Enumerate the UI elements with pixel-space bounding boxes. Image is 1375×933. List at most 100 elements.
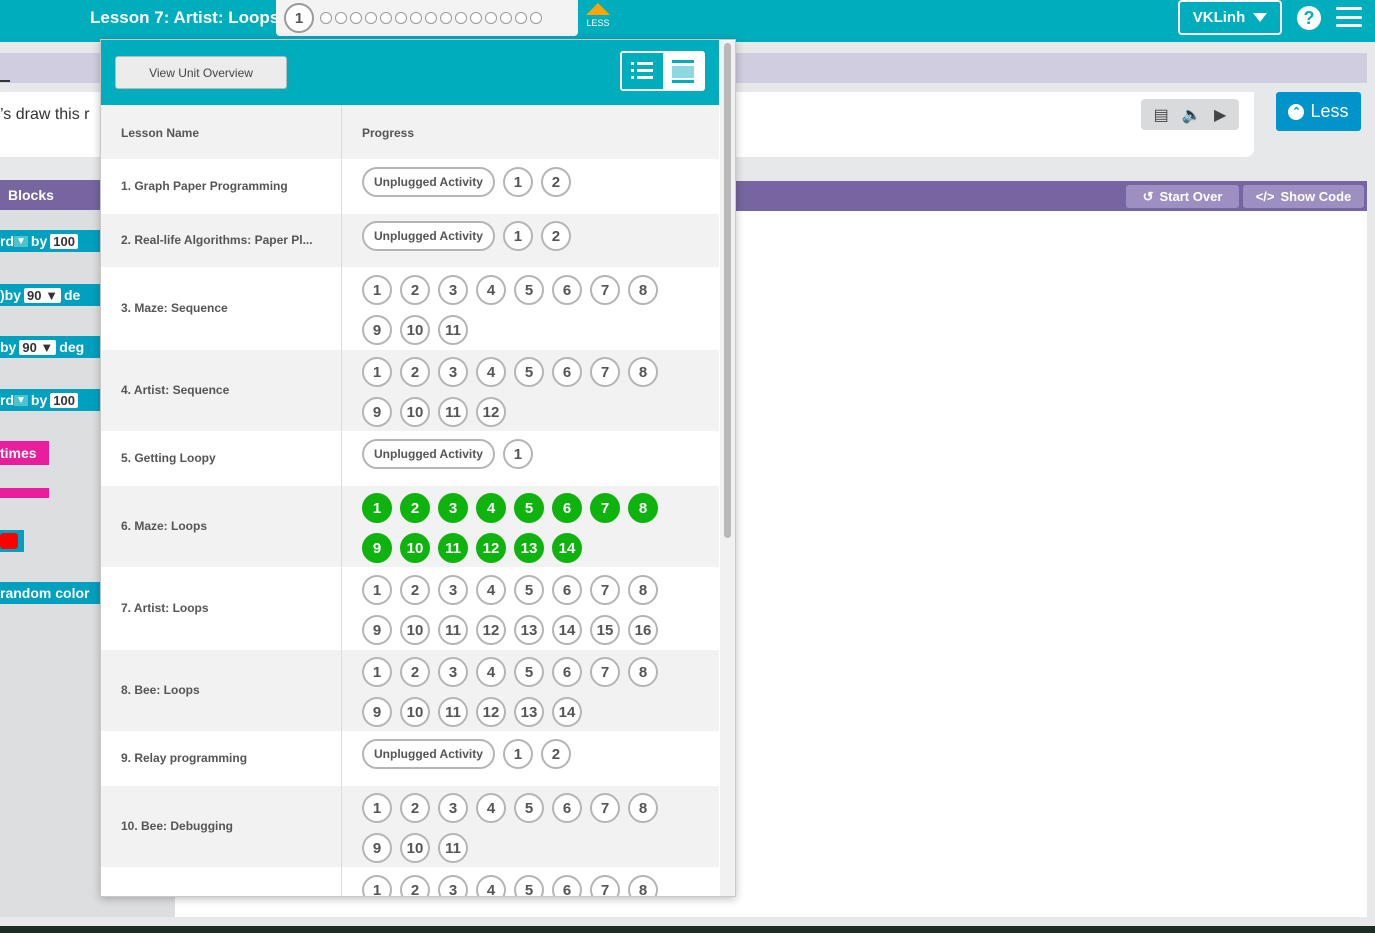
level-bubble[interactable]: 3: [438, 657, 468, 687]
level-bubble[interactable]: 1: [502, 739, 533, 769]
level-dot[interactable]: [455, 12, 467, 24]
block-value-field[interactable]: 90 ▼: [19, 339, 57, 355]
level-bubble[interactable]: 1: [362, 575, 392, 605]
level-bubble[interactable]: 3: [438, 275, 468, 305]
level-bubble[interactable]: 2: [400, 657, 430, 687]
less-toggle[interactable]: LESS: [583, 2, 613, 38]
level-dot[interactable]: [530, 12, 542, 24]
level-bubble[interactable]: 4: [476, 575, 506, 605]
level-dot[interactable]: [380, 12, 392, 24]
unplugged-activity-bubble[interactable]: Unplugged Activity: [362, 167, 495, 197]
level-bubble[interactable]: 9: [362, 615, 392, 645]
lesson-name[interactable]: 8. Bee: Loops: [121, 683, 200, 697]
code-block[interactable]: ) by 90 ▼ de: [0, 284, 100, 306]
level-bubble[interactable]: 11: [438, 397, 468, 427]
level-bubble[interactable]: 5: [514, 793, 544, 823]
current-level-bubble[interactable]: 1: [284, 3, 314, 33]
level-bubble[interactable]: 13: [514, 615, 544, 645]
lesson-title[interactable]: Lesson 7: Artist: Loops: [90, 8, 279, 28]
code-block[interactable]: times: [0, 441, 49, 465]
level-bubble[interactable]: 3: [438, 793, 468, 823]
level-dot[interactable]: [350, 12, 362, 24]
unplugged-activity-bubble[interactable]: Unplugged Activity: [362, 221, 495, 251]
code-block[interactable]: by 90 ▼ deg: [0, 336, 100, 358]
level-bubble[interactable]: 1: [362, 357, 392, 387]
lesson-name[interactable]: 10. Bee: Debugging: [121, 819, 233, 833]
lesson-name[interactable]: 1. Graph Paper Programming: [121, 179, 288, 193]
level-bubble[interactable]: 5: [514, 357, 544, 387]
level-bubble[interactable]: 4: [476, 793, 506, 823]
block-value-field[interactable]: 100: [50, 392, 78, 408]
level-bubble[interactable]: 9: [362, 397, 392, 427]
level-bubble[interactable]: 10: [400, 397, 430, 427]
block-value-field[interactable]: 100: [50, 233, 78, 249]
level-dot[interactable]: [320, 12, 332, 24]
speaker-icon[interactable]: 🔈: [1181, 105, 1201, 125]
level-bubble[interactable]: 9: [362, 533, 392, 563]
level-bubble[interactable]: 14: [552, 697, 582, 727]
level-bubble[interactable]: 1: [502, 439, 533, 469]
show-code-button[interactable]: </> Show Code: [1243, 185, 1364, 208]
level-bubble[interactable]: 14: [552, 533, 582, 563]
level-bubble[interactable]: 2: [400, 357, 430, 387]
level-bubble[interactable]: 10: [400, 615, 430, 645]
color-swatch[interactable]: [0, 533, 18, 549]
level-bubble[interactable]: 2: [400, 493, 430, 523]
unplugged-activity-bubble[interactable]: Unplugged Activity: [362, 439, 495, 469]
level-bubble[interactable]: 1: [362, 275, 392, 305]
summary-view-icon[interactable]: [662, 53, 703, 89]
lesson-name[interactable]: 5. Getting Loopy: [121, 451, 216, 465]
level-bubble[interactable]: 6: [552, 275, 582, 305]
level-bubble[interactable]: 7: [590, 493, 620, 523]
level-bubble[interactable]: 5: [514, 493, 544, 523]
level-bubble[interactable]: 10: [400, 833, 430, 863]
level-bubble[interactable]: 4: [476, 275, 506, 305]
level-bubble[interactable]: 1: [502, 167, 533, 197]
level-bubble[interactable]: 8: [628, 657, 658, 687]
level-bubble[interactable]: 2: [540, 167, 571, 197]
level-bubble[interactable]: 7: [590, 657, 620, 687]
level-bubble[interactable]: 1: [502, 221, 533, 251]
level-dot[interactable]: [500, 12, 512, 24]
level-dot[interactable]: [365, 12, 377, 24]
level-bubble[interactable]: 9: [362, 315, 392, 345]
level-bubble[interactable]: 7: [590, 875, 620, 896]
play-icon[interactable]: ▶: [1214, 105, 1226, 125]
level-bubble[interactable]: 12: [476, 697, 506, 727]
level-dot[interactable]: [485, 12, 497, 24]
level-bubble[interactable]: 6: [552, 357, 582, 387]
level-bubble[interactable]: 2: [400, 275, 430, 305]
scrollbar[interactable]: [720, 41, 735, 896]
level-dot[interactable]: [425, 12, 437, 24]
level-dot[interactable]: [440, 12, 452, 24]
level-bubble[interactable]: 16: [628, 615, 658, 645]
code-block[interactable]: [0, 488, 49, 498]
level-bubble[interactable]: 1: [362, 493, 392, 523]
level-bubble[interactable]: 4: [476, 493, 506, 523]
level-bubble[interactable]: 6: [552, 493, 582, 523]
level-dot[interactable]: [335, 12, 347, 24]
level-bubble[interactable]: 8: [628, 493, 658, 523]
level-bubble[interactable]: 6: [552, 657, 582, 687]
level-bubble[interactable]: 8: [628, 575, 658, 605]
start-over-button[interactable]: ↺ Start Over: [1126, 185, 1239, 208]
level-bubble[interactable]: 2: [540, 221, 571, 251]
detail-view-icon[interactable]: [622, 53, 663, 89]
code-block[interactable]: rd ▼ by 100: [0, 230, 100, 252]
user-menu-button[interactable]: VKLinh: [1178, 0, 1282, 35]
level-bubble[interactable]: 10: [400, 697, 430, 727]
level-bubble[interactable]: 12: [476, 615, 506, 645]
level-bubble[interactable]: 4: [476, 657, 506, 687]
level-bubble[interactable]: 12: [476, 397, 506, 427]
level-bubble[interactable]: 10: [400, 315, 430, 345]
lesson-name[interactable]: 6. Maze: Loops: [121, 519, 207, 533]
level-bubble[interactable]: 5: [514, 575, 544, 605]
captions-icon[interactable]: ▤: [1154, 105, 1169, 125]
lesson-name[interactable]: 7. Artist: Loops: [121, 601, 209, 615]
scrollbar-thumb[interactable]: [724, 43, 731, 538]
level-bubble[interactable]: 7: [590, 793, 620, 823]
level-dot[interactable]: [470, 12, 482, 24]
level-bubble[interactable]: 1: [362, 793, 392, 823]
level-bubble[interactable]: 14: [552, 615, 582, 645]
level-bubble[interactable]: 12: [476, 533, 506, 563]
